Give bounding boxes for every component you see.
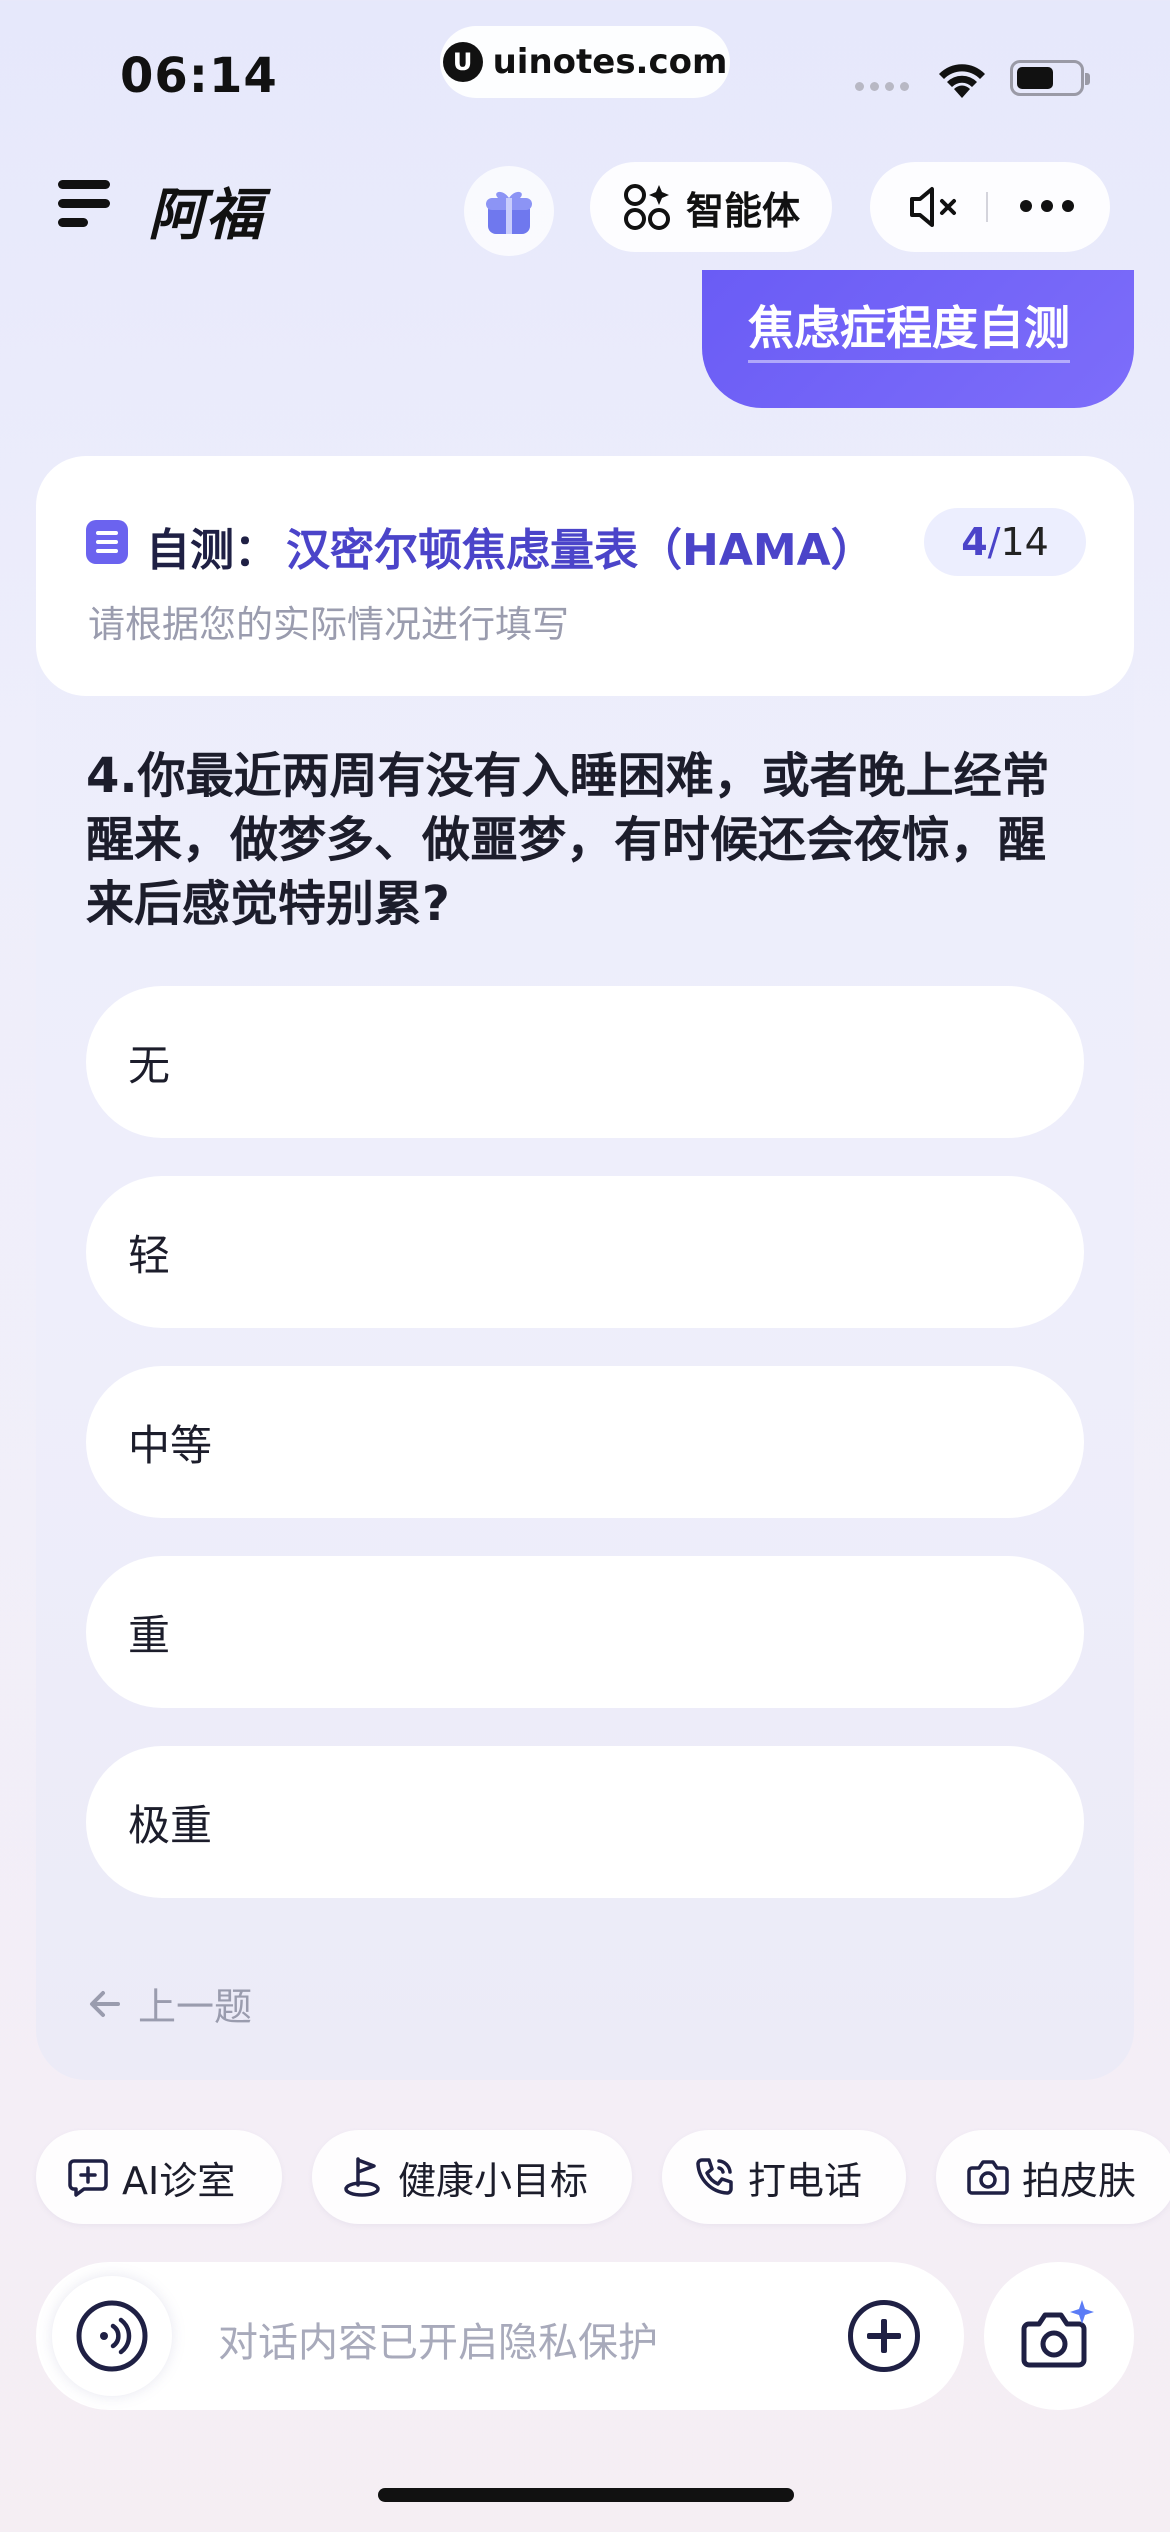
agent-label: 智能体 — [685, 188, 800, 233]
survey-subtitle: 请根据您的实际情况进行填写 — [88, 603, 569, 646]
user-message-bubble: 焦虑症程度自测 — [702, 270, 1134, 408]
scale-name: 汉密尔顿焦虑量表（HAMA） — [286, 525, 875, 576]
chat-plus-icon — [68, 2159, 108, 2197]
progress-current: 4 — [961, 520, 988, 564]
user-message-text: 焦虑症程度自测 — [748, 292, 1070, 363]
chip-label: 健康小目标 — [398, 2158, 589, 2203]
cellular-signal-icon — [855, 82, 909, 91]
option-none[interactable]: 无 — [86, 986, 1084, 1138]
ai-camera-icon — [1021, 2300, 1094, 2368]
chip-label: 拍皮肤 — [1022, 2158, 1137, 2203]
chip-phone-call[interactable]: 打电话 — [662, 2130, 906, 2224]
battery-icon — [1010, 60, 1090, 96]
gift-icon — [486, 191, 532, 234]
ai-camera-button[interactable] — [984, 2262, 1134, 2410]
camera-icon — [967, 2160, 1009, 2195]
chip-ai-clinic[interactable]: AI诊室 — [36, 2130, 282, 2224]
agent-button[interactable]: 智能体 — [590, 162, 832, 252]
chip-label: AI诊室 — [122, 2158, 236, 2203]
mute-icon[interactable] — [906, 184, 962, 230]
question-progress: 4/14 — [924, 508, 1086, 576]
chip-skin-photo[interactable]: 拍皮肤 — [936, 2130, 1170, 2224]
message-input-bar: 对话内容已开启隐私保护 — [36, 2262, 964, 2410]
survey-card-header: 自测： 汉密尔顿焦虑量表（HAMA） 4/14 请根据您的实际情况进行填写 — [36, 456, 1134, 696]
previous-question-button[interactable]: 上一题 — [88, 1976, 252, 2031]
chip-health-goal[interactable]: 健康小目标 — [312, 2130, 632, 2224]
home-indicator — [378, 2488, 794, 2502]
self-test-label: 自测： — [146, 525, 278, 576]
chip-label: 打电话 — [748, 2158, 863, 2203]
option-very-severe[interactable]: 极重 — [86, 1746, 1084, 1898]
message-input[interactable]: 对话内容已开启隐私保护 — [218, 2310, 658, 2368]
phone-icon — [696, 2158, 733, 2195]
progress-total: 14 — [1000, 520, 1049, 564]
status-time: 06:14 — [120, 48, 278, 104]
more-icon[interactable] — [1020, 200, 1074, 212]
arrow-left-icon — [90, 1990, 120, 2017]
voice-button[interactable] — [52, 2276, 172, 2396]
target-flag-icon — [344, 2157, 380, 2197]
add-attachment-button[interactable] — [848, 2300, 920, 2372]
url-badge: U uinotes.com — [440, 26, 730, 98]
question-text: 4.你最近两周有没有入睡困难，或者晚上经常醒来，做梦多、做噩梦，有时候还会夜惊，… — [86, 748, 1050, 932]
control-pill — [870, 162, 1110, 252]
pill-divider — [986, 192, 988, 222]
previous-question-label: 上一题 — [138, 1985, 253, 2029]
gift-button[interactable] — [464, 166, 554, 256]
agent-icon — [623, 184, 670, 230]
document-icon — [86, 520, 128, 564]
option-severe[interactable]: 重 — [86, 1556, 1084, 1708]
menu-icon[interactable] — [58, 180, 110, 228]
url-text: uinotes.com — [492, 42, 728, 82]
voice-wave-icon — [76, 2300, 148, 2372]
progress-separator: / — [987, 520, 1001, 564]
app-title: 阿福 — [148, 183, 264, 248]
option-mild[interactable]: 轻 — [86, 1176, 1084, 1328]
wifi-icon — [939, 64, 985, 98]
option-moderate[interactable]: 中等 — [86, 1366, 1084, 1518]
site-logo-icon: U — [442, 42, 483, 82]
survey-card: 自测： 汉密尔顿焦虑量表（HAMA） 4/14 请根据您的实际情况进行填写 4.… — [36, 456, 1134, 2080]
